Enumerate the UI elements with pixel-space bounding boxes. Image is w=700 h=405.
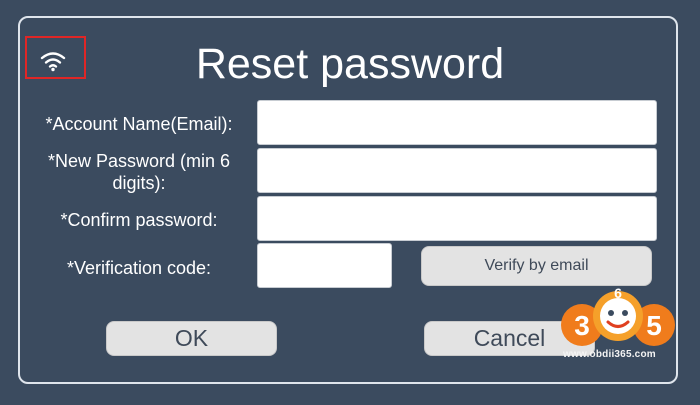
logo-digit-3: 3 [574, 310, 590, 341]
new-password-input[interactable] [257, 148, 657, 193]
confirm-password-input[interactable] [257, 196, 657, 241]
new-password-label: *New Password (min 6 digits): [30, 150, 248, 194]
wifi-icon[interactable] [40, 50, 66, 72]
verification-code-input[interactable] [257, 243, 392, 288]
verification-code-label: *Verification code: [66, 258, 212, 278]
page-title: Reset password [195, 40, 505, 88]
ok-button[interactable]: OK [106, 321, 277, 356]
logo-digit-6: 6 [614, 286, 622, 301]
verify-by-email-button[interactable]: Verify by email [421, 246, 652, 286]
logo-digit-5: 5 [646, 310, 662, 341]
watermark-url: www.obdii365.com [563, 349, 656, 360]
confirm-password-label: *Confirm password: [60, 210, 218, 230]
account-name-input[interactable] [257, 100, 657, 145]
new-password-label-line1: *New Password (min 6 [47, 151, 231, 171]
new-password-label-line2: digits): [112, 173, 166, 193]
account-name-label: *Account Name(Email): [45, 114, 233, 134]
